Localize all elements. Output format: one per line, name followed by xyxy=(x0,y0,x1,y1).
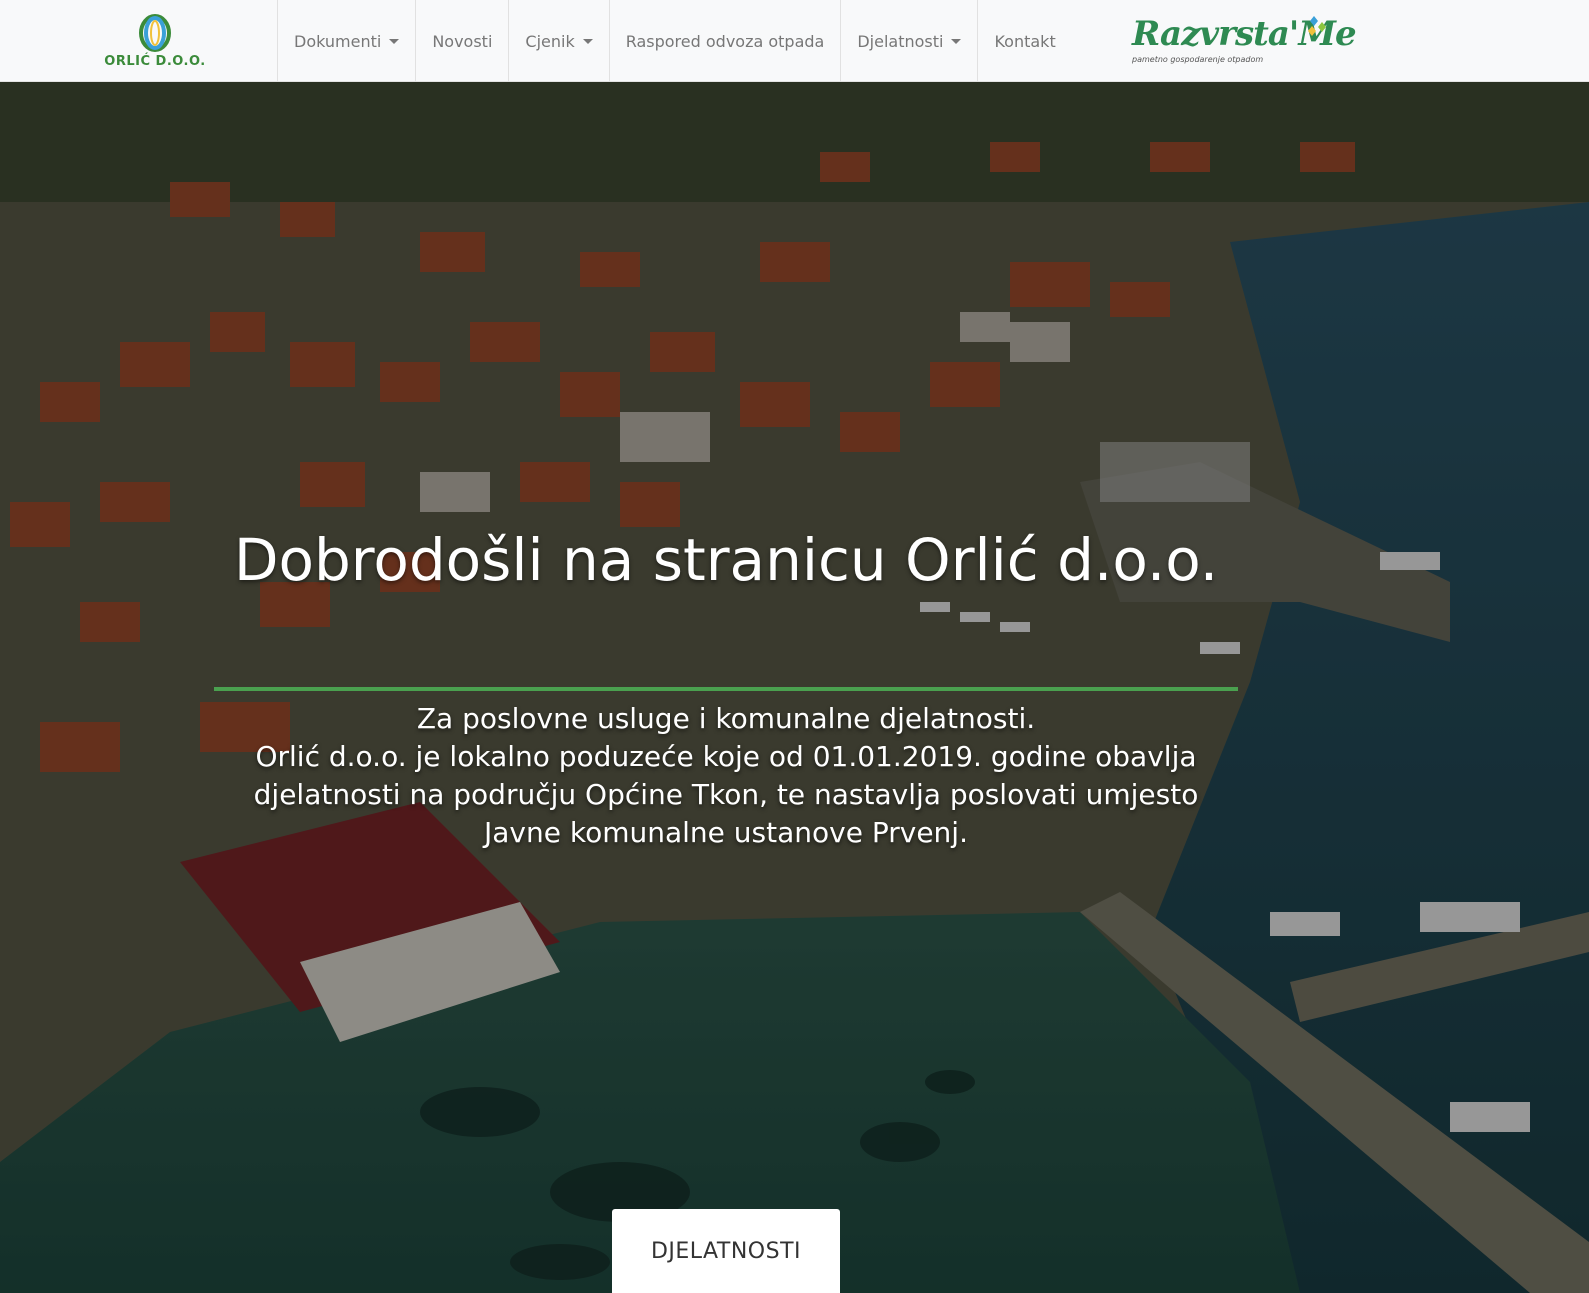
chevron-down-icon xyxy=(951,38,962,44)
nav-item-raspored[interactable]: Raspored odvoza otpada xyxy=(608,0,841,82)
nav-label: Djelatnosti xyxy=(857,31,944,51)
razvrstame-logo[interactable]: Razvrsta'Me pametno gospodarenje otpadom xyxy=(1128,12,1357,72)
nav-item-djelatnosti[interactable]: Djelatnosti xyxy=(840,0,977,82)
djelatnosti-button[interactable]: DJELATNOSTI xyxy=(612,1209,840,1293)
hero-tagline: Za poslovne usluge i komunalne djelatnos… xyxy=(416,702,1036,735)
nav-label: Raspored odvoza otpada xyxy=(625,31,825,51)
nav-label: Kontakt xyxy=(994,31,1056,51)
hero-title: Dobrodošli na stranicu Orlić d.o.o. xyxy=(233,526,1219,594)
chevron-down-icon xyxy=(582,38,593,44)
hero-section: Dobrodošli na stranicu Orlić d.o.o. Za p… xyxy=(0,82,1589,1293)
hero-description: Za poslovne usluge i komunalne djelatnos… xyxy=(214,700,1238,852)
partner-logo-subtitle: pametno gospodarenje otpadom xyxy=(1132,55,1264,64)
nav-item-dokumenti[interactable]: Dokumenti xyxy=(277,0,415,82)
navbar: ORLIĆ D.O.O. Dokumenti Novosti Cjenik Ra… xyxy=(0,0,1589,82)
nav-item-kontakt[interactable]: Kontakt xyxy=(977,0,1071,82)
nav-label: Cjenik xyxy=(525,31,575,51)
hero-divider xyxy=(214,687,1238,691)
brand-logo[interactable]: ORLIĆ D.O.O. xyxy=(100,10,210,72)
nav-label: Novosti xyxy=(432,31,493,51)
diamonds-icon xyxy=(1308,16,1326,36)
hero-intro: Orlić d.o.o. je lokalno poduzeće koje od… xyxy=(253,740,1199,849)
chevron-down-icon xyxy=(389,38,400,44)
nav-item-cjenik[interactable]: Cjenik xyxy=(508,0,608,82)
main-nav: Dokumenti Novosti Cjenik Raspored odvoza… xyxy=(277,0,1072,82)
brand-name: ORLIĆ D.O.O. xyxy=(104,53,206,69)
nav-item-novosti[interactable]: Novosti xyxy=(415,0,508,82)
orlic-logo-icon xyxy=(139,13,171,52)
nav-label: Dokumenti xyxy=(294,31,382,51)
